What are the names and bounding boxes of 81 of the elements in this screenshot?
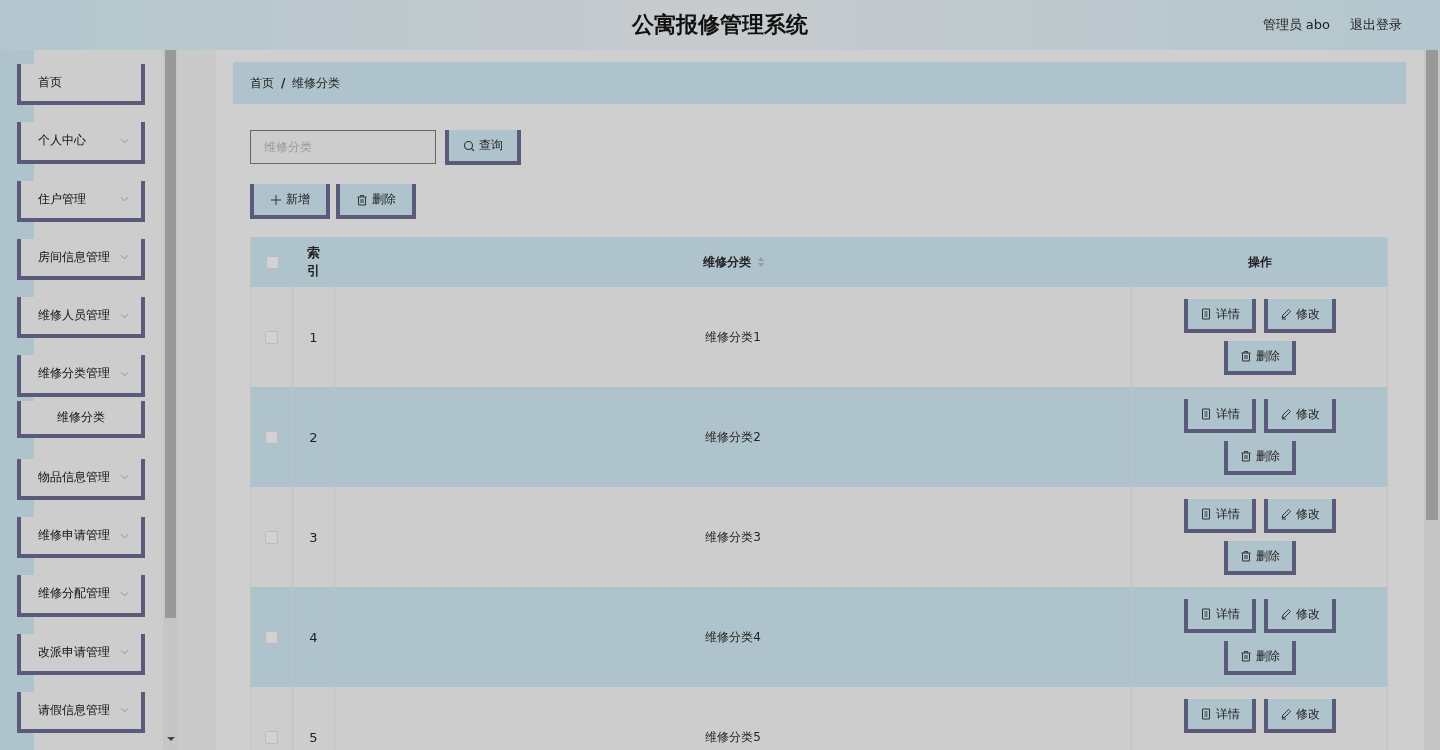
delete-button[interactable]: 删除 (336, 184, 416, 219)
edit-button[interactable]: 修改 (1263, 399, 1336, 433)
user-link[interactable]: 管理员 abo (1262, 16, 1330, 34)
pencil-icon (1279, 608, 1292, 620)
plus-icon (270, 193, 282, 206)
detail-button[interactable]: 详情 (1183, 299, 1256, 333)
edit-button[interactable]: 修改 (1263, 599, 1336, 633)
select-all-checkbox[interactable] (265, 255, 279, 269)
document-icon (1199, 708, 1212, 720)
breadcrumb-separator: / (281, 76, 286, 90)
trash-icon (1239, 350, 1252, 362)
column-header: 操作 (1247, 253, 1272, 271)
logout-link[interactable]: 退出登录 (1350, 16, 1402, 34)
delete-button[interactable]: 删除 (1223, 441, 1296, 475)
breadcrumb-item[interactable]: 首页 (250, 74, 274, 92)
menu-item[interactable]: 物品信息管理 (17, 458, 145, 501)
sort-icon[interactable] (756, 256, 765, 268)
menu-item[interactable]: 维修分类管理 (17, 355, 145, 397)
chevron-icon (120, 707, 129, 714)
detail-button[interactable]: 详情 (1183, 399, 1256, 433)
app-title: 公寓报修管理系统 (632, 11, 808, 39)
table-cell: 维修分类3 (705, 528, 761, 546)
delete-button[interactable]: 删除 (1223, 341, 1296, 375)
chevron-icon (120, 649, 129, 656)
table-cell: 2 (309, 429, 318, 445)
menu-item[interactable]: 维修申请管理 (17, 517, 145, 559)
table-cell: 5 (309, 729, 318, 745)
menu-item[interactable]: 房间信息管理 (17, 238, 145, 280)
add-button[interactable]: 新增 (250, 184, 330, 219)
delete-button[interactable]: 删除 (1223, 641, 1296, 675)
edit-button[interactable]: 修改 (1263, 499, 1336, 533)
table-cell: 维修分类1 (705, 328, 761, 346)
pencil-icon (1279, 408, 1292, 420)
pencil-icon (1279, 708, 1292, 720)
menu-item[interactable]: 维修分配管理 (17, 575, 145, 617)
search-icon (463, 139, 475, 152)
search-button[interactable]: 查询 (445, 130, 521, 165)
chevron-icon (120, 254, 129, 261)
menu-item[interactable]: 维修人员管理 (17, 297, 145, 339)
document-icon (1199, 408, 1212, 420)
column-header[interactable]: 维修分类 (702, 253, 751, 271)
trash-icon (1239, 550, 1252, 562)
detail-button[interactable]: 详情 (1183, 699, 1256, 733)
menu-item[interactable]: 首页 (17, 64, 145, 106)
menu-item[interactable]: 住户管理 (17, 180, 145, 222)
trash-icon (1239, 450, 1252, 462)
menu-item[interactable]: 请假信息管理 (17, 691, 145, 734)
delete-button[interactable]: 删除 (1223, 541, 1296, 575)
detail-button[interactable]: 详情 (1183, 499, 1256, 533)
trash-icon (1239, 650, 1252, 662)
breadcrumb-item[interactable]: 维修分类 (292, 74, 341, 92)
document-icon (1199, 508, 1212, 520)
edit-button[interactable]: 修改 (1263, 299, 1336, 333)
chevron-icon (120, 312, 129, 319)
chevron-icon (120, 532, 129, 539)
table-cell: 维修分类2 (705, 428, 761, 446)
row-checkbox[interactable] (265, 630, 278, 644)
table-cell: 1 (309, 329, 318, 345)
submenu-item[interactable]: 维修分类 (17, 400, 145, 438)
trash-icon (356, 193, 368, 206)
column-header: 索引 (307, 244, 321, 280)
chevron-icon (120, 474, 129, 481)
document-icon (1199, 308, 1212, 320)
table-cell: 维修分类5 (705, 728, 761, 746)
chevron-icon (120, 590, 129, 597)
menu-item[interactable]: 改派申请管理 (17, 633, 145, 675)
detail-button[interactable]: 详情 (1183, 599, 1256, 633)
scrollbar[interactable] (1424, 50, 1440, 750)
document-icon (1199, 608, 1212, 620)
pencil-icon (1279, 508, 1292, 520)
edit-button[interactable]: 修改 (1263, 699, 1336, 733)
pencil-icon (1279, 308, 1292, 320)
menu-item[interactable]: 个人中心 (17, 122, 145, 164)
row-checkbox[interactable] (265, 430, 278, 444)
scrollbar[interactable] (163, 50, 178, 750)
chevron-icon (120, 137, 129, 144)
chevron-icon (120, 370, 129, 377)
table-cell: 4 (309, 629, 318, 645)
table-cell: 维修分类4 (705, 628, 761, 646)
chevron-icon (120, 196, 129, 203)
table-cell: 3 (309, 529, 318, 545)
